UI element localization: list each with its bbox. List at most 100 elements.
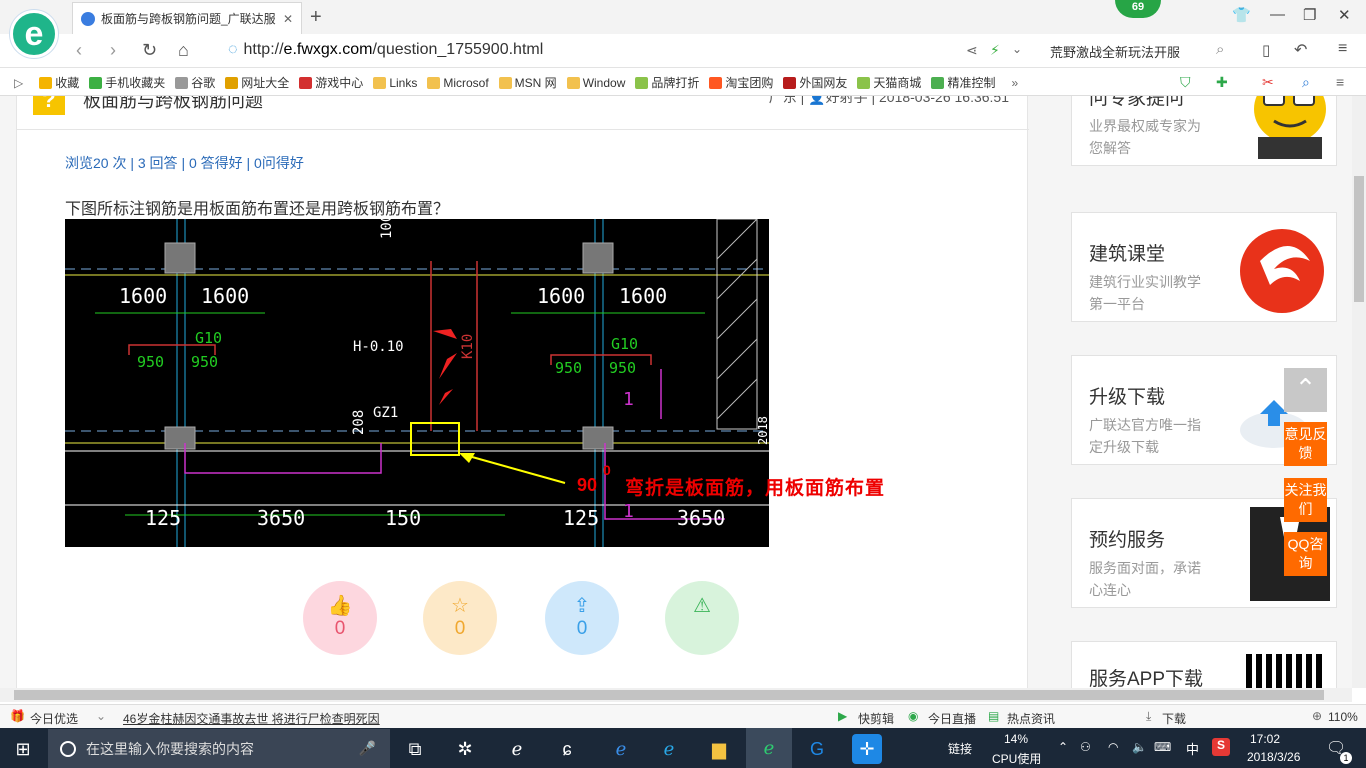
- bookmark-item[interactable]: 收藏: [39, 74, 79, 91]
- svg-text:125: 125: [145, 506, 181, 530]
- card-expert[interactable]: 问专家提问 业界最权威专家为您解答: [1071, 96, 1337, 166]
- vertical-scroll-thumb[interactable]: [1354, 176, 1364, 302]
- back-icon[interactable]: ‹: [76, 40, 82, 61]
- microphone-icon[interactable]: 🎤: [359, 740, 376, 757]
- bookmark-item[interactable]: 游戏中心: [299, 74, 363, 91]
- news-icon: ▤: [988, 709, 1000, 723]
- shield-icon[interactable]: ⛉: [1180, 74, 1191, 91]
- green-browser-task-icon[interactable]: ℯ: [746, 728, 792, 768]
- restore-icon[interactable]: ❐: [1303, 6, 1316, 24]
- chevron-down-icon[interactable]: ⌄: [1012, 42, 1022, 56]
- bookmark-item[interactable]: 精准控制: [931, 74, 995, 91]
- close-tab-icon[interactable]: ✕: [283, 12, 293, 26]
- cad-drawing-image[interactable]: 1600 1600 1600 1600 125 3650 150 125 3650 G10 95…: [65, 205, 884, 547]
- browser-logo-icon[interactable]: e: [10, 10, 58, 58]
- swirl-app-icon[interactable]: ɕ: [552, 734, 582, 764]
- clock-date[interactable]: 2018/3/26: [1247, 750, 1300, 764]
- skin-icon[interactable]: 👕: [1232, 6, 1251, 24]
- bookmark-item[interactable]: MSN 网: [498, 74, 557, 91]
- feedback-button[interactable]: 意见反馈: [1284, 422, 1327, 466]
- quick-edit-link[interactable]: 快剪辑: [858, 710, 894, 727]
- g-app-icon[interactable]: G: [802, 734, 832, 764]
- keyboard-icon[interactable]: ⌨: [1154, 740, 1171, 754]
- url-field[interactable]: ◌ http://e.fwxgx.com/question_1755900.ht…: [228, 41, 543, 59]
- favorite-button[interactable]: ☆ 0: [423, 581, 497, 655]
- volume-icon[interactable]: 🔈: [1132, 740, 1147, 754]
- sogou-ime-icon[interactable]: S: [1212, 738, 1230, 756]
- live-link[interactable]: 今日直播: [928, 710, 976, 727]
- browser-e-icon[interactable]: ℯ: [502, 734, 532, 764]
- today-picks-link[interactable]: 今日优选: [30, 710, 78, 727]
- phone-icon[interactable]: ▯: [1262, 41, 1270, 59]
- report-button[interactable]: ⚠: [665, 581, 739, 655]
- page-icon: ◌: [228, 41, 238, 58]
- like-button[interactable]: 👍 0: [303, 581, 377, 655]
- bookmark-item[interactable]: Window: [566, 76, 625, 90]
- back-to-top-button[interactable]: ⌃: [1284, 368, 1327, 412]
- ie-icon[interactable]: ℯ: [654, 734, 684, 764]
- home-icon[interactable]: ⌂: [178, 40, 189, 61]
- people-icon[interactable]: ⚇: [1080, 740, 1091, 754]
- speed-mode-icon[interactable]: ⚡: [990, 42, 1000, 59]
- link-label[interactable]: 链接: [948, 740, 972, 757]
- bookmark-item[interactable]: Links: [373, 76, 417, 90]
- undo-icon[interactable]: ↶: [1294, 40, 1307, 60]
- windows-start-icon[interactable]: ⊞: [8, 734, 38, 764]
- share-icon[interactable]: ⋖: [966, 42, 978, 59]
- svg-text:H-0.10: H-0.10: [353, 339, 404, 355]
- more-bookmarks-icon[interactable]: »: [1011, 76, 1018, 90]
- ime-indicator[interactable]: 中: [1186, 739, 1199, 758]
- ad-link[interactable]: 荒野激战全新玩法开服: [1050, 42, 1180, 61]
- search-icon[interactable]: ⌕: [1216, 41, 1224, 58]
- task-view-icon[interactable]: ⧉: [400, 734, 430, 764]
- horizontal-scroll-thumb[interactable]: [14, 690, 1324, 700]
- file-explorer-icon[interactable]: ▆: [704, 734, 734, 764]
- hamburger-icon[interactable]: ≡: [1336, 74, 1344, 90]
- bookmark-item[interactable]: Microsof: [427, 76, 489, 90]
- hot-news-link[interactable]: 热点资讯: [1007, 710, 1055, 727]
- edge-icon[interactable]: ℯ: [606, 734, 636, 764]
- follow-us-button[interactable]: 关注我们: [1284, 478, 1327, 522]
- video-clip-icon: ▶: [838, 709, 848, 723]
- bookmark-item[interactable]: 品牌打折: [635, 74, 699, 91]
- card-title: 建筑课堂: [1089, 244, 1166, 265]
- bookmark-item[interactable]: 天猫商城: [857, 74, 921, 91]
- share-button[interactable]: ⇪ 0: [545, 581, 619, 655]
- find-icon[interactable]: ⌕: [1302, 74, 1310, 91]
- bookmark-item[interactable]: 外国网友: [783, 74, 847, 91]
- bookmark-item[interactable]: 手机收藏夹: [89, 74, 165, 91]
- taskbar-search[interactable]: 在这里输入你要搜索的内容 🎤: [48, 729, 390, 768]
- minimize-icon[interactable]: —: [1270, 6, 1285, 23]
- card-classroom[interactable]: 建筑课堂 建筑行业实训教学第一平台: [1071, 212, 1337, 322]
- card-app[interactable]: 服务APP下载: [1071, 641, 1337, 688]
- bookmark-label: 收藏: [55, 76, 80, 90]
- qq-consult-button[interactable]: QQ咨询: [1284, 532, 1327, 576]
- zoom-level[interactable]: 110%: [1328, 710, 1358, 724]
- wifi-icon[interactable]: ◠: [1108, 740, 1118, 754]
- menu-icon[interactable]: ≡: [1338, 40, 1347, 58]
- download-link[interactable]: 下载: [1162, 710, 1186, 727]
- zoom-icon: ⊕: [1312, 709, 1323, 723]
- tab-active[interactable]: 板面筋与跨板钢筋问题_广联达服 ✕: [72, 2, 302, 34]
- forward-icon[interactable]: ›: [110, 40, 116, 61]
- close-window-icon[interactable]: ✕: [1338, 6, 1351, 24]
- plugin-icon[interactable]: ✚: [1216, 74, 1228, 91]
- divider: [17, 129, 1029, 130]
- question-stats[interactable]: 浏览20 次 | 3 回答 | 0 答得好 | 0问得好: [65, 153, 304, 173]
- new-tab-button[interactable]: +: [310, 6, 322, 29]
- bookmark-item[interactable]: 谷歌: [175, 74, 215, 91]
- scissors-icon[interactable]: ✂: [1262, 74, 1274, 91]
- cpu-label: CPU使用: [992, 752, 1042, 766]
- bookmark-item[interactable]: 网址大全: [225, 74, 289, 91]
- chevron-down-icon[interactable]: ⌄: [96, 709, 106, 723]
- reload-icon[interactable]: ↻: [142, 40, 157, 61]
- chevron-up-icon[interactable]: ⌃: [1058, 740, 1068, 754]
- cross-app-icon[interactable]: ✛: [852, 734, 882, 764]
- news-ticker-link[interactable]: 46岁金柱赫因交通事故去世 将进行尸检查明死因: [123, 710, 380, 727]
- phone-icon: [89, 76, 103, 89]
- bookmark-item[interactable]: 淘宝团购: [709, 74, 773, 91]
- fan-app-icon[interactable]: ✲: [450, 734, 480, 764]
- bookmark-label: 网址大全: [241, 76, 290, 90]
- sidebar-toggle-icon[interactable]: ▷: [14, 76, 23, 90]
- clock-time[interactable]: 17:02: [1250, 732, 1280, 746]
